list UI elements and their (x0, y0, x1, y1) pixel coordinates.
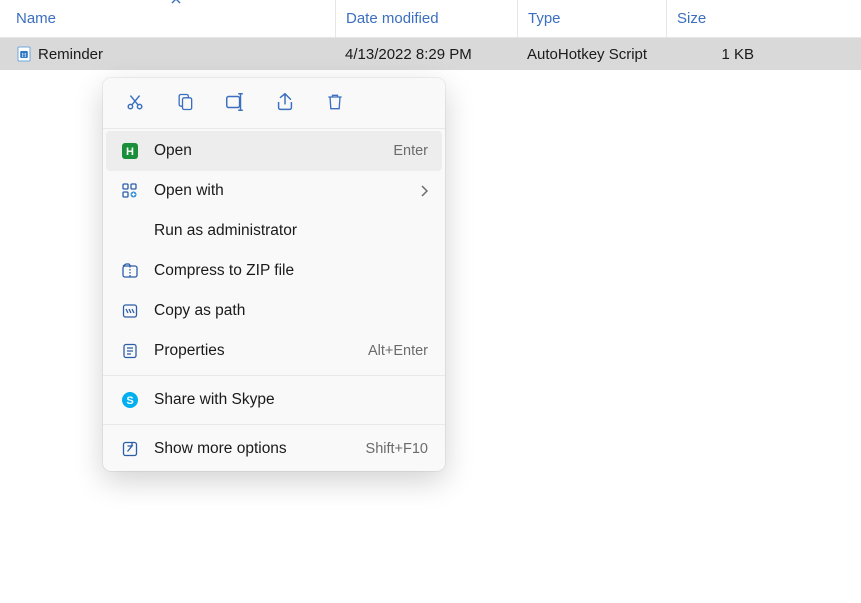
rename-icon (224, 91, 246, 113)
svg-text:S: S (126, 395, 133, 407)
rename-button[interactable] (221, 88, 249, 116)
menu-label: Open (154, 142, 379, 160)
more-icon (120, 439, 140, 459)
menu-label: Compress to ZIP file (154, 262, 428, 280)
share-button[interactable] (271, 88, 299, 116)
column-label: Name (16, 10, 56, 27)
file-size: 1 KB (721, 46, 754, 63)
menu-label: Show more options (154, 440, 352, 458)
column-label: Size (677, 10, 706, 27)
menu-item-run-as-admin[interactable]: Run as administrator (106, 211, 442, 251)
svg-text:H: H (22, 52, 27, 59)
menu-item-properties[interactable]: Properties Alt+Enter (106, 331, 442, 371)
column-header-type[interactable]: Type (517, 0, 666, 37)
column-label: Type (528, 10, 561, 27)
file-date: 4/13/2022 8:29 PM (345, 46, 472, 63)
menu-item-share-skype[interactable]: S Share with Skype (106, 380, 442, 420)
menu-item-open[interactable]: H Open Enter (106, 131, 442, 171)
copy-icon (175, 91, 195, 113)
column-headers: Name Date modified Type Size (0, 0, 861, 38)
menu-label: Properties (154, 342, 354, 360)
menu-item-copy-as-path[interactable]: Copy as path (106, 291, 442, 331)
menu-label: Copy as path (154, 302, 428, 320)
file-type-icon: H (16, 46, 32, 62)
menu-shortcut: Alt+Enter (368, 343, 428, 359)
delete-button[interactable] (321, 88, 349, 116)
copy-path-icon (120, 301, 140, 321)
cut-icon (124, 91, 146, 113)
menu-separator (103, 424, 445, 425)
svg-text:H: H (126, 146, 134, 158)
zip-icon (120, 261, 140, 281)
file-row[interactable]: H Reminder 4/13/2022 8:29 PM AutoHotkey … (0, 38, 861, 70)
skype-icon: S (120, 390, 140, 410)
share-icon (274, 91, 296, 113)
file-name: Reminder (38, 46, 103, 63)
column-header-size[interactable]: Size (666, 0, 766, 37)
menu-label: Open with (154, 182, 406, 200)
menu-item-compress-zip[interactable]: Compress to ZIP file (106, 251, 442, 291)
file-type: AutoHotkey Script (527, 46, 647, 63)
chevron-right-icon (420, 185, 428, 197)
column-label: Date modified (346, 10, 439, 27)
menu-separator (103, 375, 445, 376)
menu-label: Run as administrator (154, 222, 428, 240)
delete-icon (325, 91, 345, 113)
open-with-icon (120, 181, 140, 201)
sort-ascending-icon (171, 0, 181, 4)
context-menu-toolbar (103, 78, 445, 129)
menu-item-show-more[interactable]: Show more options Shift+F10 (106, 429, 442, 469)
menu-item-open-with[interactable]: Open with (106, 171, 442, 211)
ahk-open-icon: H (120, 141, 140, 161)
context-menu-items: H Open Enter Open with (103, 129, 445, 471)
cut-button[interactable] (121, 88, 149, 116)
column-header-date[interactable]: Date modified (335, 0, 517, 37)
menu-label: Share with Skype (154, 391, 428, 409)
copy-button[interactable] (171, 88, 199, 116)
context-menu: H Open Enter Open with (103, 78, 445, 471)
column-header-name[interactable]: Name (16, 0, 335, 37)
menu-shortcut: Enter (393, 143, 428, 159)
blank-icon (120, 221, 140, 241)
menu-shortcut: Shift+F10 (366, 441, 428, 457)
properties-icon (120, 341, 140, 361)
